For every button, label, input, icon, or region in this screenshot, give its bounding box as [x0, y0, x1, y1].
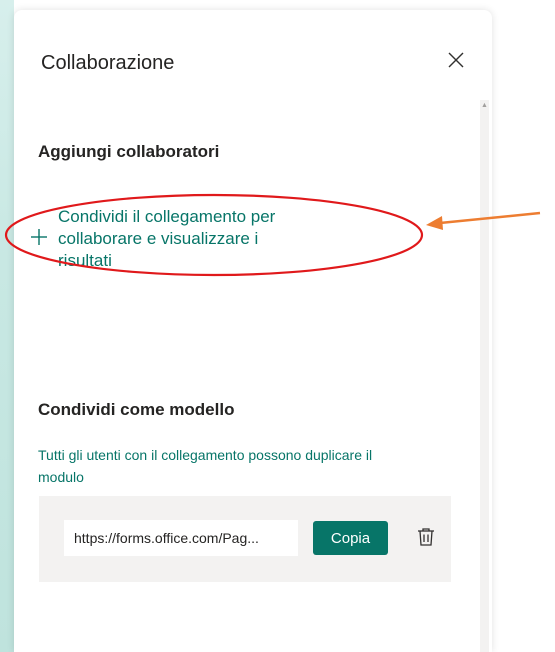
template-link-box: Copia [39, 496, 451, 582]
description-line: Tutti gli utenti con il collegamento pos… [38, 447, 373, 463]
share-template-description: Tutti gli utenti con il collegamento pos… [38, 444, 458, 488]
plus-icon [31, 229, 47, 245]
share-link-collaborate-button[interactable]: Condividi il collegamento per collaborar… [30, 206, 350, 272]
collaboration-panel: Collaborazione ▲ Aggiungi collaboratori … [14, 10, 492, 652]
scroll-up-arrow-icon[interactable]: ▲ [480, 100, 489, 112]
add-collaborators-heading: Aggiungi collaboratori [38, 142, 220, 161]
share-template-heading: Condividi come modello [38, 400, 235, 419]
share-link-line: collaborare e visualizzare i [58, 229, 259, 248]
scrollbar[interactable]: ▲ [480, 100, 489, 652]
trash-icon[interactable] [415, 526, 437, 548]
share-link-line: Condividi il collegamento per [58, 207, 276, 226]
copy-button[interactable]: Copia [313, 521, 388, 555]
share-link-line: risultati [58, 251, 112, 270]
panel-title: Collaborazione [41, 52, 175, 74]
share-link-collaborate-label: Condividi il collegamento per collaborar… [58, 206, 275, 272]
template-link-field[interactable] [64, 520, 298, 556]
close-icon[interactable] [446, 50, 466, 70]
description-line: modulo [38, 469, 84, 485]
background-strip [0, 0, 14, 652]
